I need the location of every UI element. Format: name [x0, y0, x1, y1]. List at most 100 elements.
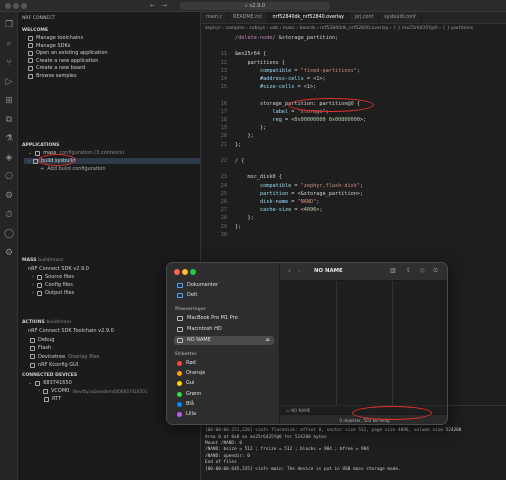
- finder-tag[interactable]: Gul: [174, 379, 274, 388]
- device-vcom0[interactable]: › VCOM0/dev/tty.usbmodem0006837416501: [38, 388, 147, 394]
- finder-tag[interactable]: Grønn: [174, 390, 274, 399]
- code-line[interactable]: };: [235, 125, 266, 131]
- welcome-item[interactable]: Open an existing application: [28, 50, 108, 56]
- applications-section-title[interactable]: APPLICATIONS: [22, 143, 59, 148]
- welcome-item[interactable]: Create a new board: [28, 65, 85, 71]
- remote-icon[interactable]: ⧉: [4, 115, 14, 125]
- mass-section-title[interactable]: MASS build/mass: [22, 258, 63, 263]
- finder-tag[interactable]: Rød: [174, 359, 274, 368]
- files-icon[interactable]: ❐: [4, 20, 14, 30]
- mass-item[interactable]: › Config files: [32, 282, 73, 288]
- code-line[interactable]: compatible = "fixed-partitions";: [235, 68, 360, 74]
- add-build-configuration[interactable]: + Add build configuration: [40, 166, 106, 172]
- search-icon[interactable]: ⌕: [4, 39, 14, 49]
- action-item[interactable]: Flash: [30, 345, 51, 351]
- code-line[interactable]: disk-name = "NAND";: [235, 199, 319, 205]
- editor-tab[interactable]: main.c: [201, 12, 229, 23]
- tag-icon[interactable]: ◇: [420, 267, 425, 274]
- welcome-item[interactable]: Create a new application: [28, 58, 98, 64]
- action-item[interactable]: Devicetree Overlay files: [30, 354, 99, 360]
- finder-content[interactable]: ‹ › NO NAME ▥ ⇪ ◇ ⊙ ▭ NO NAME 0 objekter…: [280, 263, 447, 424]
- folder-icon: [35, 150, 41, 156]
- source-control-icon[interactable]: ⑂: [4, 58, 14, 68]
- favorite-label: Delt: [187, 292, 198, 298]
- code-line[interactable]: #size-cells = <1>;: [235, 84, 316, 90]
- finder-location[interactable]: MacBook Pro M1 Pro: [174, 314, 274, 323]
- tag-label: Gul: [186, 380, 195, 387]
- device-rtt[interactable]: RTT: [44, 396, 61, 402]
- editor-tab[interactable]: prj.conf: [350, 12, 380, 23]
- finder-close-button[interactable]: [174, 269, 180, 275]
- connected-devices-title[interactable]: CONNECTED DEVICES: [22, 373, 77, 378]
- code-line[interactable]: compatible = "zephyr,flash-disk";: [235, 183, 363, 189]
- finder-favorite[interactable]: Dokumenter: [174, 281, 274, 290]
- mass-item[interactable]: › Source files: [32, 274, 74, 280]
- code-line[interactable]: };: [235, 215, 253, 221]
- breadcrumb[interactable]: zephyr › samples › subsys › usb › mass ›…: [201, 24, 506, 33]
- code-line[interactable]: / {: [235, 158, 244, 164]
- welcome-item[interactable]: Manage toolchains: [28, 35, 83, 41]
- devicetree-icon[interactable]: ⎔: [4, 172, 14, 182]
- minimize-window-button[interactable]: [13, 3, 19, 9]
- nrf-connect-icon[interactable]: ◈: [4, 153, 14, 163]
- code-line[interactable]: partitions {: [235, 60, 285, 66]
- welcome-item[interactable]: Browse samples: [28, 73, 77, 79]
- code-line[interactable]: };: [235, 133, 253, 139]
- back-arrow-icon[interactable]: ←: [150, 2, 155, 9]
- finder-tag[interactable]: Blå: [174, 400, 274, 409]
- command-center-search[interactable]: ⌕ v2.9.0: [180, 2, 330, 10]
- drive-icon: [177, 316, 183, 321]
- mass-item-label: Source files: [45, 274, 74, 280]
- finder-zoom-button[interactable]: [190, 269, 196, 275]
- share-icon[interactable]: ⇪: [406, 267, 411, 274]
- locations-heading: Plasseringer: [175, 307, 206, 312]
- timeline-icon[interactable]: ⏱: [4, 210, 14, 220]
- action-item-label: nRF Kconfig GUI: [38, 362, 79, 369]
- finder-favorite[interactable]: Delt: [174, 291, 274, 300]
- code-line[interactable]: };: [235, 224, 241, 230]
- action-item-label: Flash: [38, 345, 52, 352]
- code-line[interactable]: msc_disk0 {: [235, 174, 281, 180]
- code-line[interactable]: };: [235, 142, 241, 148]
- account-icon[interactable]: ◯: [4, 229, 14, 239]
- mass-item[interactable]: › Output files: [32, 290, 74, 296]
- close-window-button[interactable]: [5, 3, 11, 9]
- code-editor[interactable]: /delete-node/ &storage_partition; 11 &mx25…: [201, 33, 506, 250]
- welcome-section-title[interactable]: WELCOME: [22, 28, 48, 33]
- testing-icon[interactable]: ⚗: [4, 134, 14, 144]
- finder-tag[interactable]: Oransje: [174, 369, 274, 378]
- finder-minimize-button[interactable]: [182, 269, 188, 275]
- code-line[interactable]: #address-cells = <1>;: [235, 76, 326, 82]
- tag-color-dot: [177, 381, 182, 387]
- forward-icon[interactable]: ›: [298, 267, 301, 275]
- finder-location[interactable]: Macintosh HD: [174, 325, 274, 334]
- settings-icon[interactable]: ⚙: [4, 248, 14, 258]
- code-line[interactable]: /delete-node/ &storage_partition;: [235, 35, 338, 41]
- device-serial[interactable]: ⌄ 683741650: [28, 380, 72, 386]
- code-line[interactable]: partition = <&storage_partition>;: [235, 191, 363, 197]
- view-columns-icon[interactable]: ▥: [390, 267, 396, 274]
- code-line[interactable]: cache-size = <4096>;: [235, 207, 322, 213]
- back-icon[interactable]: ‹: [288, 267, 291, 275]
- editor-tab[interactable]: sysbuild.conf: [379, 12, 422, 23]
- eject-icon[interactable]: ⏏: [265, 336, 270, 345]
- code-line[interactable]: &mx25r64 {: [235, 51, 266, 57]
- welcome-item[interactable]: Manage SDKs: [28, 43, 70, 49]
- kconfig-icon[interactable]: ⚙: [4, 191, 14, 201]
- finder-tag[interactable]: Lilla: [174, 410, 274, 419]
- editor-tab[interactable]: README.rst: [228, 12, 268, 23]
- run-debug-icon[interactable]: ▷: [4, 77, 14, 87]
- action-item[interactable]: nRF Kconfig GUI: [30, 362, 78, 368]
- welcome-item-label: Manage SDKs: [36, 42, 71, 49]
- code-line[interactable]: reg = <0x00000000 0x00800000>;: [235, 117, 366, 123]
- actions-section-title[interactable]: ACTIONS build/mass: [22, 320, 71, 325]
- forward-arrow-icon[interactable]: →: [162, 2, 167, 9]
- editor-tab-bar: main.c README.rst nrf52840dk_nrf52840.over…: [201, 12, 506, 24]
- extensions-icon[interactable]: ⊞: [4, 96, 14, 106]
- finder-location[interactable]: NO NAME ⏏: [174, 336, 274, 345]
- action-item[interactable]: Debug: [30, 337, 54, 343]
- line-number: 22: [220, 158, 227, 164]
- zoom-window-button[interactable]: [21, 3, 27, 9]
- editor-tab[interactable]: nrf52840dk_nrf52840.overlay: [267, 12, 351, 23]
- more-icon[interactable]: ⊙: [433, 267, 438, 274]
